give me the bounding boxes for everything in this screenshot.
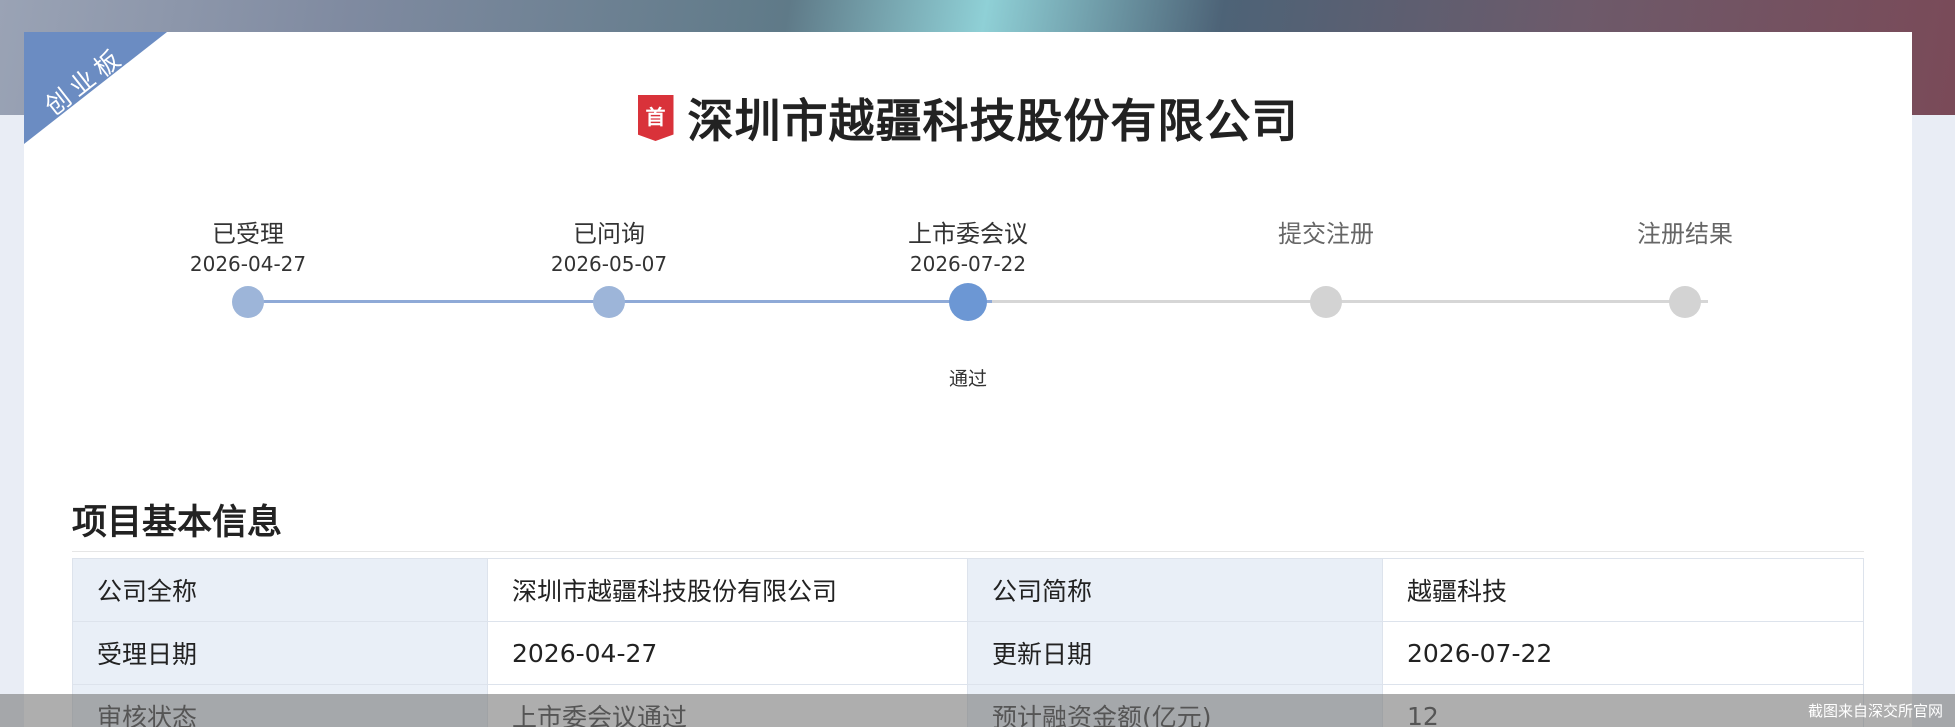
step-label-listing-committee: 上市委会议	[908, 220, 1028, 248]
table-cell-key: 受理日期	[72, 621, 488, 685]
section-title: 项目基本信息	[72, 503, 283, 543]
table-cell-value: 2026-04-27	[487, 621, 968, 685]
table-cell-value: 2026-07-22	[1382, 621, 1864, 685]
step-dot-registration-result	[1669, 286, 1701, 318]
step-dot-listing-committee	[949, 283, 987, 321]
footer-overlay: 截图来自深交所官网	[0, 694, 1955, 727]
table-cell-value: 深圳市越疆科技股份有限公司	[487, 558, 968, 622]
step-date-accepted: 2026-04-27	[189, 252, 307, 276]
table-cell-value: 越疆科技	[1382, 558, 1864, 622]
table-cell-key: 公司全称	[72, 558, 488, 622]
step-dot-inquired	[593, 286, 625, 318]
section-divider	[72, 551, 1864, 552]
step-label-inquired: 已问询	[573, 220, 645, 248]
table-row: 受理日期 2026-04-27 更新日期 2026-07-22	[72, 621, 1864, 685]
table-cell-key: 更新日期	[967, 621, 1383, 685]
step-label-accepted: 已受理	[212, 220, 284, 248]
step-date-listing-committee: 2026-07-22	[909, 252, 1027, 276]
step-label-submit-registration: 提交注册	[1278, 220, 1374, 248]
progress-line-pending	[992, 300, 1708, 303]
step-dot-accepted	[232, 286, 264, 318]
table-cell-key: 公司简称	[967, 558, 1383, 622]
source-watermark: 截图来自深交所官网	[1807, 702, 1943, 720]
progress-steps: 已受理 2026-04-27 已问询 2026-05-07 上市委会议 2026…	[24, 32, 1912, 390]
project-card: 创业板 首 深圳市越疆科技股份有限公司 已受理 2026-04-27 已问询 2…	[24, 32, 1912, 727]
table-row: 公司全称 深圳市越疆科技股份有限公司 公司简称 越疆科技	[72, 558, 1864, 622]
step-status-listing-committee: 通过	[948, 368, 987, 390]
step-dot-submit-registration	[1310, 286, 1342, 318]
step-date-inquired: 2026-05-07	[550, 252, 668, 276]
step-label-registration-result: 注册结果	[1637, 220, 1733, 248]
